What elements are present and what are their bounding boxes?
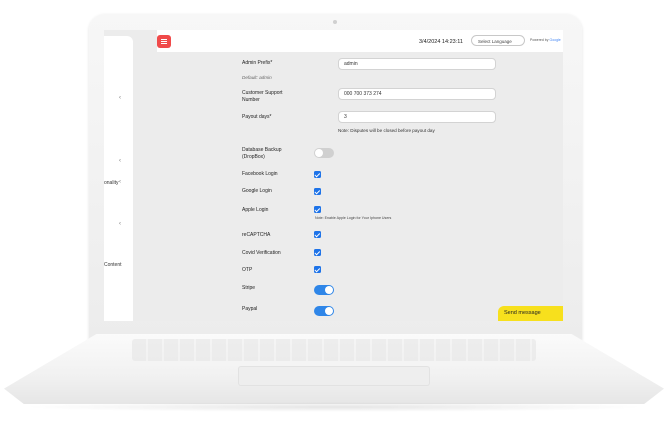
powered-by: Powered by Google bbox=[530, 38, 561, 42]
sidebar: ‹ ‹ onality ‹ ‹ Content bbox=[104, 36, 133, 321]
apple-login-label: Apple Login bbox=[242, 207, 269, 213]
admin-prefix-input[interactable]: admin bbox=[338, 58, 496, 70]
covid-verification-label: Covid Verification bbox=[242, 250, 281, 256]
camera-dot bbox=[333, 20, 337, 24]
payout-days-input[interactable]: 3 bbox=[338, 111, 496, 123]
stripe-toggle[interactable] bbox=[314, 285, 334, 295]
laptop-shadow bbox=[20, 402, 648, 412]
hamburger-icon bbox=[161, 43, 167, 44]
powered-by-text: Powered by bbox=[530, 38, 549, 42]
chevron-left-icon[interactable]: ‹ bbox=[119, 221, 121, 227]
covid-verification-checkbox[interactable] bbox=[314, 249, 321, 256]
menu-button[interactable] bbox=[157, 35, 171, 48]
otp-label: OTP bbox=[242, 267, 253, 273]
sidebar-item-label[interactable]: onality bbox=[104, 180, 118, 186]
hamburger-icon bbox=[161, 41, 167, 42]
support-number-label: Customer Support Number bbox=[242, 90, 283, 104]
apple-login-checkbox[interactable] bbox=[314, 206, 321, 213]
facebook-login-label: Facebook Login bbox=[242, 171, 278, 177]
admin-prefix-hint: Default: admin bbox=[242, 75, 272, 80]
hamburger-icon bbox=[161, 39, 167, 40]
sidebar-item-label[interactable]: Content bbox=[104, 262, 122, 268]
otp-checkbox[interactable] bbox=[314, 266, 321, 273]
laptop-touchpad bbox=[238, 366, 430, 386]
paypal-toggle[interactable] bbox=[314, 306, 334, 316]
chevron-left-icon[interactable]: ‹ bbox=[119, 179, 121, 185]
powered-by-brand: Google bbox=[549, 38, 561, 42]
toggle-knob bbox=[315, 149, 323, 157]
support-number-input[interactable]: 000 700 373 274 bbox=[338, 88, 496, 100]
laptop-keyboard bbox=[132, 339, 536, 361]
admin-prefix-label: Admin Prefix* bbox=[242, 60, 273, 66]
backup-label-line: Database Backup bbox=[242, 147, 282, 153]
support-label-line: Number bbox=[242, 97, 260, 103]
chevron-left-icon[interactable]: ‹ bbox=[119, 95, 121, 101]
facebook-login-checkbox[interactable] bbox=[314, 171, 321, 178]
payout-note: Note: Disputes will be closed before pay… bbox=[338, 128, 435, 133]
stripe-label: Stripe bbox=[242, 285, 256, 291]
language-select[interactable]: Select Language bbox=[471, 35, 525, 46]
chevron-left-icon[interactable]: ‹ bbox=[119, 158, 121, 164]
google-login-checkbox[interactable] bbox=[314, 188, 321, 195]
database-backup-label: Database Backup (DropBox) bbox=[242, 147, 281, 161]
toggle-knob bbox=[325, 286, 333, 294]
paypal-label: Paypal bbox=[242, 306, 258, 312]
datetime-display: 3/4/2024 14:23:11 bbox=[419, 39, 463, 45]
apple-login-note: Note: Enable Apple Login for Your Iphone… bbox=[315, 216, 392, 220]
recaptcha-label: reCAPTCHA bbox=[242, 232, 271, 238]
google-login-label: Google Login bbox=[242, 188, 272, 194]
backup-label-line: (DropBox) bbox=[242, 154, 265, 160]
toggle-knob bbox=[325, 307, 333, 315]
recaptcha-checkbox[interactable] bbox=[314, 231, 321, 238]
support-label-line: Customer Support bbox=[242, 90, 283, 96]
payout-days-label: Payout days* bbox=[242, 114, 272, 120]
app-screen: ‹ ‹ onality ‹ ‹ Content 3/4/2024 14:23:1… bbox=[104, 30, 563, 321]
send-message-button[interactable]: Send message bbox=[498, 306, 563, 321]
database-backup-toggle[interactable] bbox=[314, 148, 334, 158]
